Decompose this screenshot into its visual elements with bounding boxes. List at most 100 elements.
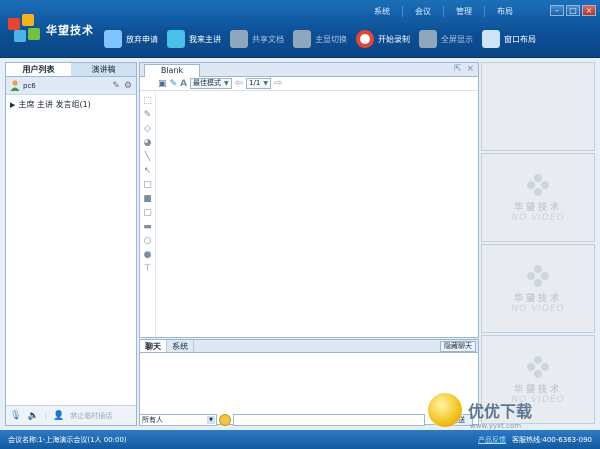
left-footer: 🎙 🔈 | 👤 禁止临时插话 bbox=[6, 405, 136, 425]
user-row[interactable]: pc6 ✎ ⚙ bbox=[6, 77, 136, 95]
pen-tool-icon[interactable]: ✎ bbox=[143, 110, 153, 120]
tab-speech-notes[interactable]: 演讲稿 bbox=[71, 63, 136, 76]
present-button[interactable]: 我来主讲 bbox=[167, 30, 221, 48]
chevron-down-icon: ▼ bbox=[263, 80, 268, 87]
video-brand: 华望技术 bbox=[513, 294, 562, 304]
fullscreen-label: 全屏显示 bbox=[441, 34, 473, 44]
user-icon bbox=[10, 80, 20, 91]
no-interrupt-label[interactable]: 禁止临时插话 bbox=[70, 411, 112, 421]
save-icon[interactable]: ▣ bbox=[158, 79, 167, 89]
close-button[interactable]: × bbox=[582, 5, 596, 16]
speaker-icon[interactable]: 🔈 bbox=[27, 411, 38, 421]
tab-blank[interactable]: Blank bbox=[144, 64, 200, 77]
fit-mode-select[interactable]: 最佳模式 ▼ bbox=[190, 78, 232, 89]
rounded-rect-tool-icon[interactable]: ▢ bbox=[143, 208, 153, 218]
brush-icon[interactable]: ✎ bbox=[170, 79, 178, 89]
menu-meeting[interactable]: 会议 bbox=[402, 6, 443, 17]
mic-icon bbox=[104, 30, 122, 48]
menu-system[interactable]: 系统 bbox=[362, 6, 402, 17]
filled-rectangle-tool-icon[interactable]: ■ bbox=[143, 194, 153, 204]
recipient-value: 所有人 bbox=[142, 416, 163, 424]
line-tool-icon[interactable]: ╲ bbox=[143, 152, 153, 162]
mic-status-icon[interactable]: ✎ bbox=[112, 81, 120, 91]
brand-mark-icon bbox=[527, 265, 549, 287]
rectangle-tool-icon[interactable]: □ bbox=[143, 180, 153, 190]
whiteboard-tabs: Blank ⇱ × bbox=[140, 63, 478, 77]
app-brand: 华望技术 bbox=[46, 24, 94, 37]
brand-mark-icon bbox=[527, 356, 549, 378]
watermark-logo-icon bbox=[428, 393, 462, 427]
status-bar: 会议名称:1-上海演示会议(1人 00:00) 产品反馈 客服热线:400-63… bbox=[0, 430, 600, 449]
share-doc-button[interactable]: 共享文档 bbox=[230, 30, 284, 48]
filled-ellipse-tool-icon[interactable]: ● bbox=[143, 250, 153, 260]
switch-display-icon bbox=[293, 30, 311, 48]
whiteboard-controls: ⇱ × bbox=[454, 64, 474, 74]
record-label: 开始录制 bbox=[378, 34, 410, 44]
minimize-button[interactable]: – bbox=[550, 5, 564, 16]
chat-tabs: 聊天 系统 隐藏聊天 bbox=[140, 340, 478, 353]
arrow-tool-icon[interactable]: ↖ bbox=[143, 166, 153, 176]
video-brand: 华望技术 bbox=[513, 203, 562, 213]
user-tools: ✎ ⚙ bbox=[112, 81, 132, 91]
page-select[interactable]: 1/1 ▼ bbox=[246, 78, 271, 89]
top-menu: 系统 会议 管理 布局 bbox=[362, 6, 525, 17]
brand-mark-icon bbox=[527, 174, 549, 196]
feedback-link[interactable]: 产品反馈 bbox=[478, 435, 506, 445]
tab-chat[interactable]: 聊天 bbox=[140, 340, 167, 352]
maximize-button[interactable]: □ bbox=[566, 5, 580, 16]
cancel-request-button[interactable]: 放弃申请 bbox=[104, 30, 158, 48]
next-page-icon[interactable]: ⇨ bbox=[274, 78, 282, 89]
expand-arrow-icon[interactable]: ▶ bbox=[10, 101, 15, 109]
menu-layout[interactable]: 布局 bbox=[484, 6, 525, 17]
layout-icon bbox=[482, 30, 500, 48]
present-label: 我来主讲 bbox=[189, 34, 221, 44]
video-slot[interactable]: 华望技术 NO VIDEO bbox=[481, 153, 595, 242]
hide-chat-button[interactable]: 隐藏聊天 bbox=[440, 341, 476, 352]
message-input[interactable] bbox=[233, 414, 425, 426]
share-doc-label: 共享文档 bbox=[252, 34, 284, 44]
chevron-down-icon: ▼ bbox=[224, 80, 229, 87]
fullscreen-button[interactable]: 全屏显示 bbox=[419, 30, 473, 48]
prev-page-icon[interactable]: ⇦ bbox=[235, 78, 243, 89]
record-icon bbox=[356, 30, 374, 48]
emoji-icon[interactable] bbox=[219, 414, 231, 426]
menu-manage[interactable]: 管理 bbox=[443, 6, 484, 17]
meeting-info: 会议名称:1-上海演示会议(1人 00:00) bbox=[8, 435, 127, 444]
close-board-icon[interactable]: × bbox=[466, 64, 474, 74]
video-column: 华望技术 NO VIDEO 华望技术 NO VIDEO 华望技术 NO VIDE… bbox=[481, 62, 595, 426]
user-name: pc6 bbox=[23, 81, 36, 90]
title-bar: 华望技术 系统 会议 管理 布局 – □ × 放弃申请 我来主讲 共享文档 主显… bbox=[0, 0, 600, 58]
select-tool-icon[interactable]: ⬚ bbox=[143, 96, 153, 106]
group-item[interactable]: ▶ 主席 主讲 发言组(1) bbox=[6, 95, 136, 114]
window-layout-label: 窗口布局 bbox=[504, 34, 536, 44]
tab-user-list[interactable]: 用户列表 bbox=[6, 63, 71, 76]
no-interrupt-icon: 👤 bbox=[53, 410, 65, 421]
group-label: 主席 主讲 发言组(1) bbox=[18, 100, 91, 109]
share-doc-icon bbox=[230, 30, 248, 48]
fill-tool-icon[interactable]: ◕ bbox=[143, 138, 153, 148]
eraser-tool-icon[interactable]: ◇ bbox=[143, 124, 153, 134]
status-right: 产品反馈 客服热线:400-6363-090 bbox=[478, 435, 592, 445]
watermark-url: www.yyxt.com bbox=[470, 422, 522, 430]
whiteboard-toolbar: ▣ ✎ A 最佳模式 ▼ ⇦ 1/1 ▼ ⇨ bbox=[140, 77, 478, 91]
stamp-tool-icon[interactable]: ⊤ bbox=[143, 264, 153, 274]
ellipse-tool-icon[interactable]: ○ bbox=[143, 236, 153, 246]
tab-system[interactable]: 系统 bbox=[167, 340, 194, 352]
video-status: NO VIDEO bbox=[511, 304, 565, 314]
recipient-select[interactable]: 所有人 ▼ bbox=[139, 414, 217, 426]
record-button[interactable]: 开始录制 bbox=[356, 30, 410, 48]
popout-icon[interactable]: ⇱ bbox=[454, 64, 462, 74]
window-layout-button[interactable]: 窗口布局 bbox=[482, 30, 536, 48]
switch-display-button[interactable]: 主显切换 bbox=[293, 30, 347, 48]
page-value: 1/1 bbox=[249, 79, 261, 87]
video-status: NO VIDEO bbox=[511, 213, 565, 223]
app-logo-icon bbox=[8, 14, 40, 42]
switch-display-label: 主显切换 bbox=[315, 34, 347, 44]
microphone-icon[interactable]: 🎙 bbox=[10, 411, 21, 421]
drawing-tools: ⬚ ✎ ◇ ◕ ╲ ↖ □ ■ ▢ ▬ ○ ● ⊤ bbox=[140, 92, 156, 337]
main-toolbar: 放弃申请 我来主讲 共享文档 主显切换 开始录制 全屏显示 窗口布局 bbox=[104, 30, 545, 48]
filled-rounded-rect-tool-icon[interactable]: ▬ bbox=[143, 222, 153, 232]
text-icon[interactable]: A bbox=[180, 79, 187, 89]
video-slot[interactable]: 华望技术 NO VIDEO bbox=[481, 244, 595, 333]
camera-status-icon[interactable]: ⚙ bbox=[124, 81, 132, 91]
